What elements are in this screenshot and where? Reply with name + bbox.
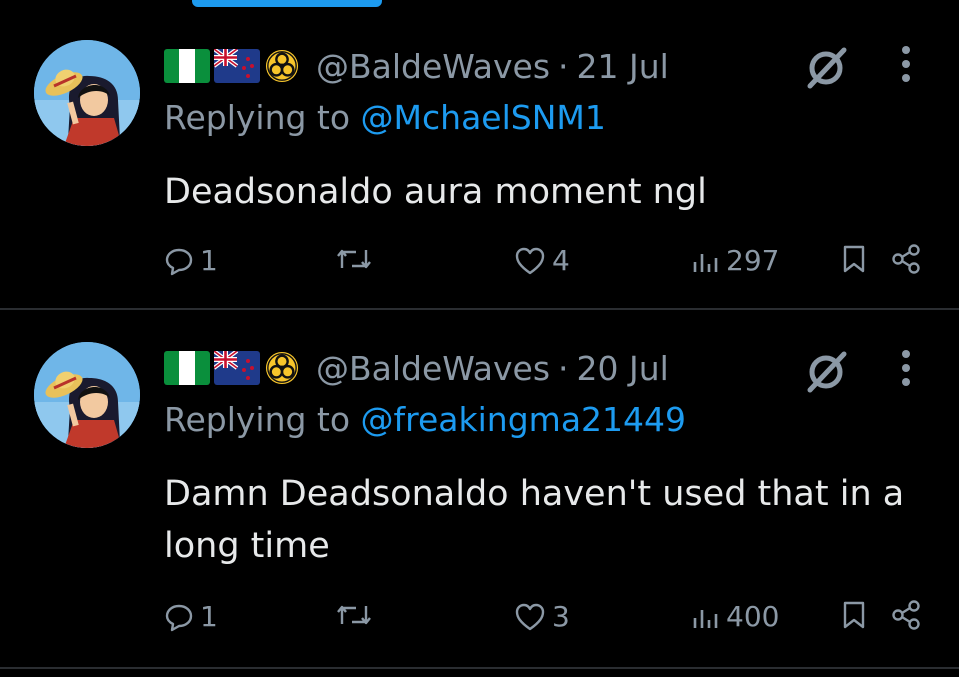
share-icon: [892, 600, 920, 630]
like-button[interactable]: 3: [514, 600, 570, 633]
mention-link[interactable]: @MchaelSNM1: [361, 98, 606, 137]
tweet-header: @BaldeWaves · 20 Jul: [164, 340, 669, 396]
author-handle[interactable]: @BaldeWaves: [316, 349, 550, 388]
tweet-date[interactable]: 20 Jul: [577, 349, 669, 388]
tweet[interactable]: @BaldeWaves · 20 Jul Replying to @freaki…: [0, 310, 959, 667]
like-button[interactable]: 4: [514, 244, 570, 277]
nigeria-flag-icon: [164, 49, 210, 83]
more-options-icon[interactable]: [896, 44, 916, 88]
mention-link[interactable]: @freakingma21449: [361, 400, 686, 439]
tweet-divider: [0, 667, 959, 669]
separator-dot: ·: [558, 348, 569, 388]
bookmark-button[interactable]: [840, 244, 868, 274]
views-button[interactable]: 400: [690, 600, 779, 633]
share-button[interactable]: [890, 244, 922, 274]
biohazard-icon: [265, 351, 299, 385]
separator-dot: ·: [558, 46, 569, 86]
view-count: 297: [726, 244, 780, 277]
tweet[interactable]: @BaldeWaves · 21 Jul Replying to @Mchael…: [0, 0, 959, 308]
biohazard-icon: [265, 49, 299, 83]
new-zealand-flag-icon: [214, 49, 260, 83]
tweet-header: @BaldeWaves · 21 Jul: [164, 38, 669, 94]
reply-icon: [165, 604, 193, 631]
reply-button[interactable]: 1: [164, 600, 218, 633]
like-icon: [515, 247, 545, 274]
replying-to: Replying to @freakingma21449: [164, 400, 686, 439]
share-icon: [892, 244, 920, 274]
replying-to-label: Replying to: [164, 98, 351, 137]
avatar-image: [34, 40, 140, 146]
grok-icon[interactable]: [800, 42, 852, 94]
avatar[interactable]: [34, 342, 140, 448]
reply-count: 1: [200, 600, 218, 633]
like-count: 4: [552, 244, 570, 277]
like-count: 3: [552, 600, 570, 633]
views-icon: [693, 609, 718, 628]
reply-button[interactable]: 1: [164, 244, 218, 277]
bookmark-button[interactable]: [840, 600, 868, 630]
reply-icon: [165, 248, 193, 275]
nigeria-flag-icon: [164, 351, 210, 385]
tweet-actions: 1 4 297: [0, 244, 959, 284]
retweet-icon: [337, 249, 371, 269]
tweet-actions: 1 3 400: [0, 600, 959, 640]
reply-count: 1: [200, 244, 218, 277]
replying-to: Replying to @MchaelSNM1: [164, 98, 606, 137]
views-button[interactable]: 297: [690, 244, 779, 277]
tweet-text: Damn Deadsonaldo haven't used that in a …: [164, 474, 905, 566]
reply-thread-screen: @BaldeWaves · 21 Jul Replying to @Mchael…: [0, 0, 959, 677]
author-handle[interactable]: @BaldeWaves: [316, 47, 550, 86]
more-options-icon[interactable]: [896, 348, 916, 392]
view-count: 400: [726, 600, 780, 633]
retweet-button[interactable]: [336, 244, 372, 274]
avatar[interactable]: [34, 40, 140, 146]
bookmark-icon: [843, 245, 865, 273]
retweet-icon: [337, 605, 371, 625]
tweet-text: Deadsonaldo aura moment ngl: [164, 172, 707, 212]
grok-icon[interactable]: [800, 346, 852, 398]
replying-to-label: Replying to: [164, 400, 351, 439]
bookmark-icon: [843, 601, 865, 629]
share-button[interactable]: [890, 600, 922, 630]
new-zealand-flag-icon: [214, 351, 260, 385]
like-icon: [515, 603, 545, 630]
tweet-date[interactable]: 21 Jul: [577, 47, 669, 86]
retweet-button[interactable]: [336, 600, 372, 630]
views-icon: [693, 253, 718, 272]
avatar-image: [34, 342, 140, 448]
